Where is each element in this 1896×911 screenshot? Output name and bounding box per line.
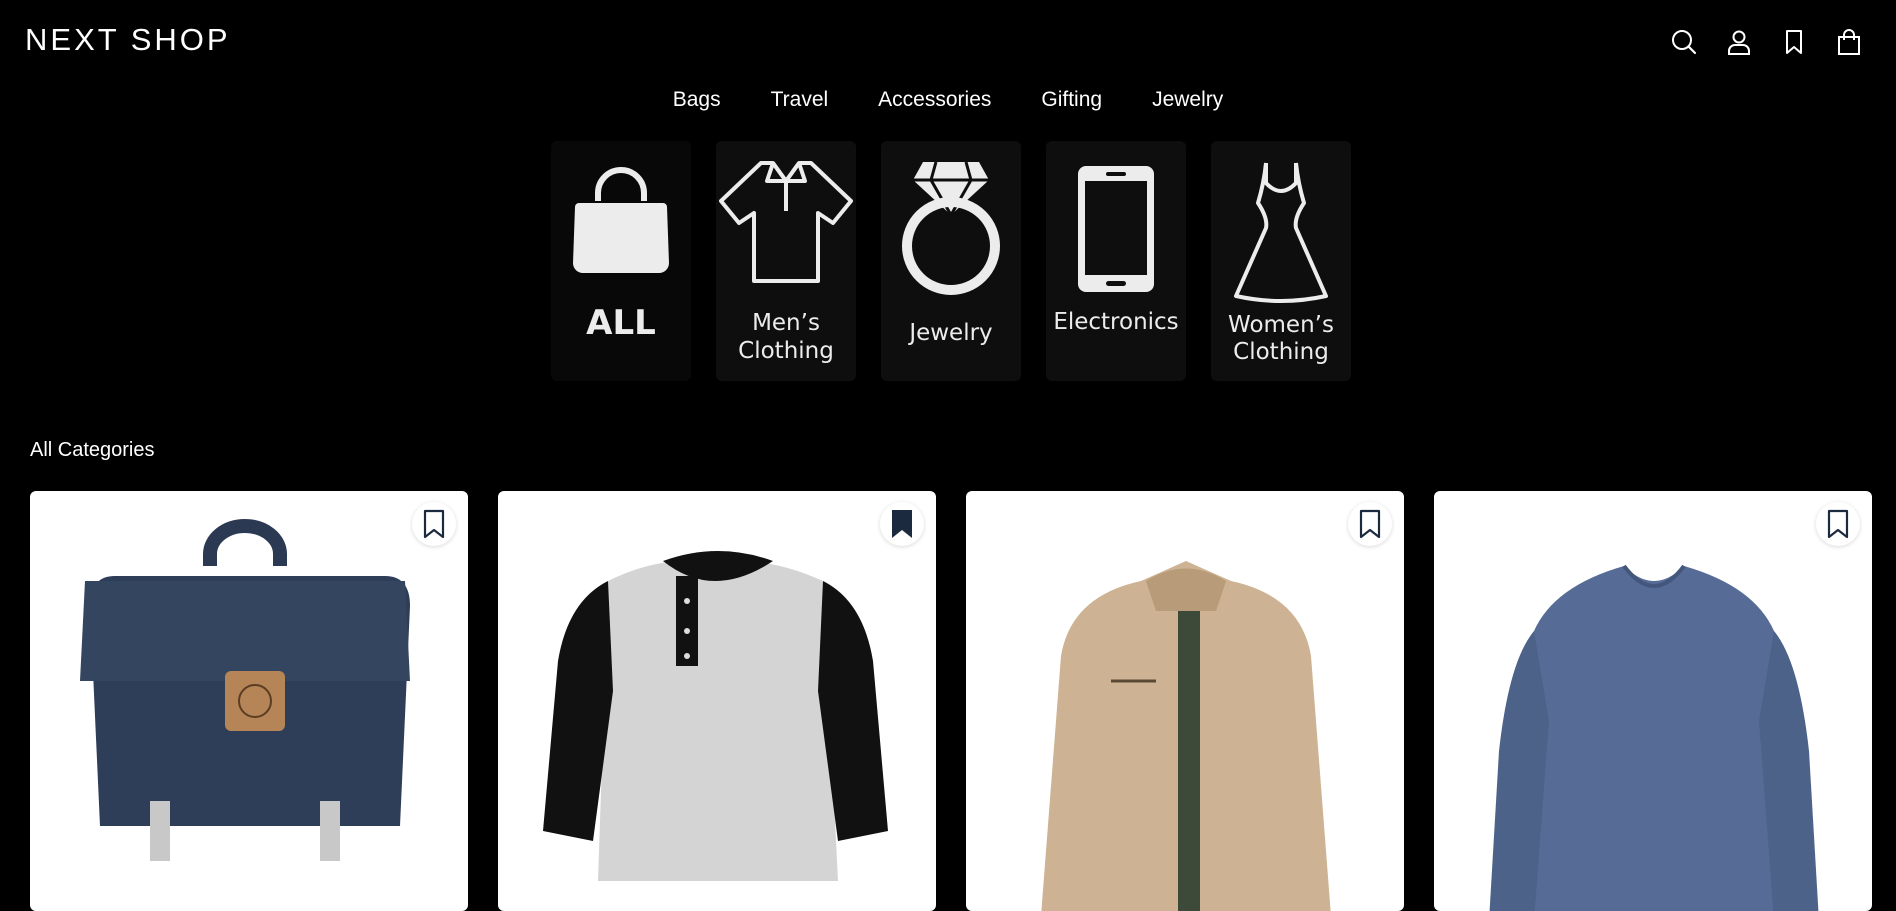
nav-item-bags[interactable]: Bags — [648, 88, 746, 112]
bookmark-icon — [1359, 509, 1381, 539]
category-electronics[interactable]: Electronics — [1046, 141, 1186, 381]
category-all[interactable]: ALL — [551, 141, 691, 381]
dress-icon — [1234, 162, 1328, 303]
henley-shirt-image — [543, 551, 888, 881]
category-jewelry[interactable]: Jewelry — [881, 141, 1021, 381]
bookmark-button[interactable] — [1816, 502, 1860, 546]
category-label: ALL — [586, 303, 656, 343]
category-label: Electronics — [1053, 309, 1179, 335]
main-nav: Bags Travel Accessories Gifting Jewelry — [0, 88, 1896, 112]
shopping-bag-icon — [573, 167, 669, 273]
backpack-image — [80, 519, 410, 861]
long-sleeve-tee-image — [1489, 564, 1819, 911]
bookmark-icon[interactable] — [1766, 22, 1821, 62]
category-tiles: ALL Men’s Clothing Jewelry Electronics W… — [551, 141, 1351, 381]
category-label-line1: Men’s — [752, 310, 820, 336]
bookmark-filled-icon — [892, 510, 912, 538]
nav-item-travel[interactable]: Travel — [746, 88, 854, 112]
site-logo[interactable]: NEXT SHOP — [25, 22, 231, 58]
product-card[interactable] — [966, 491, 1404, 911]
product-card[interactable] — [1434, 491, 1872, 911]
search-icon[interactable] — [1656, 22, 1711, 62]
bookmark-button[interactable] — [1348, 502, 1392, 546]
product-grid — [30, 491, 1872, 911]
diamond-ring-icon — [902, 161, 1000, 295]
category-label-line2: Clothing — [1233, 339, 1329, 365]
jacket-image — [1041, 561, 1331, 911]
product-card[interactable] — [498, 491, 936, 911]
category-label: Jewelry — [909, 320, 993, 346]
category-label-line1: Women’s — [1228, 312, 1334, 338]
shopping-bag-icon[interactable] — [1821, 22, 1876, 62]
category-mens-clothing[interactable]: Men’s Clothing — [716, 141, 856, 381]
section-title: All Categories — [30, 439, 155, 461]
polo-shirt-icon — [719, 161, 853, 283]
product-card[interactable] — [30, 491, 468, 911]
nav-item-jewelry[interactable]: Jewelry — [1127, 88, 1248, 112]
bookmark-button[interactable] — [412, 502, 456, 546]
category-womens-clothing[interactable]: Women’s Clothing — [1211, 141, 1351, 381]
header-actions — [1656, 22, 1876, 62]
bookmark-icon — [423, 509, 445, 539]
nav-item-accessories[interactable]: Accessories — [853, 88, 1016, 112]
nav-item-gifting[interactable]: Gifting — [1016, 88, 1127, 112]
smartphone-icon — [1078, 166, 1154, 292]
category-label-line2: Clothing — [738, 338, 834, 364]
user-icon[interactable] — [1711, 22, 1766, 62]
bookmark-icon — [1827, 509, 1849, 539]
bookmark-button[interactable] — [880, 502, 924, 546]
